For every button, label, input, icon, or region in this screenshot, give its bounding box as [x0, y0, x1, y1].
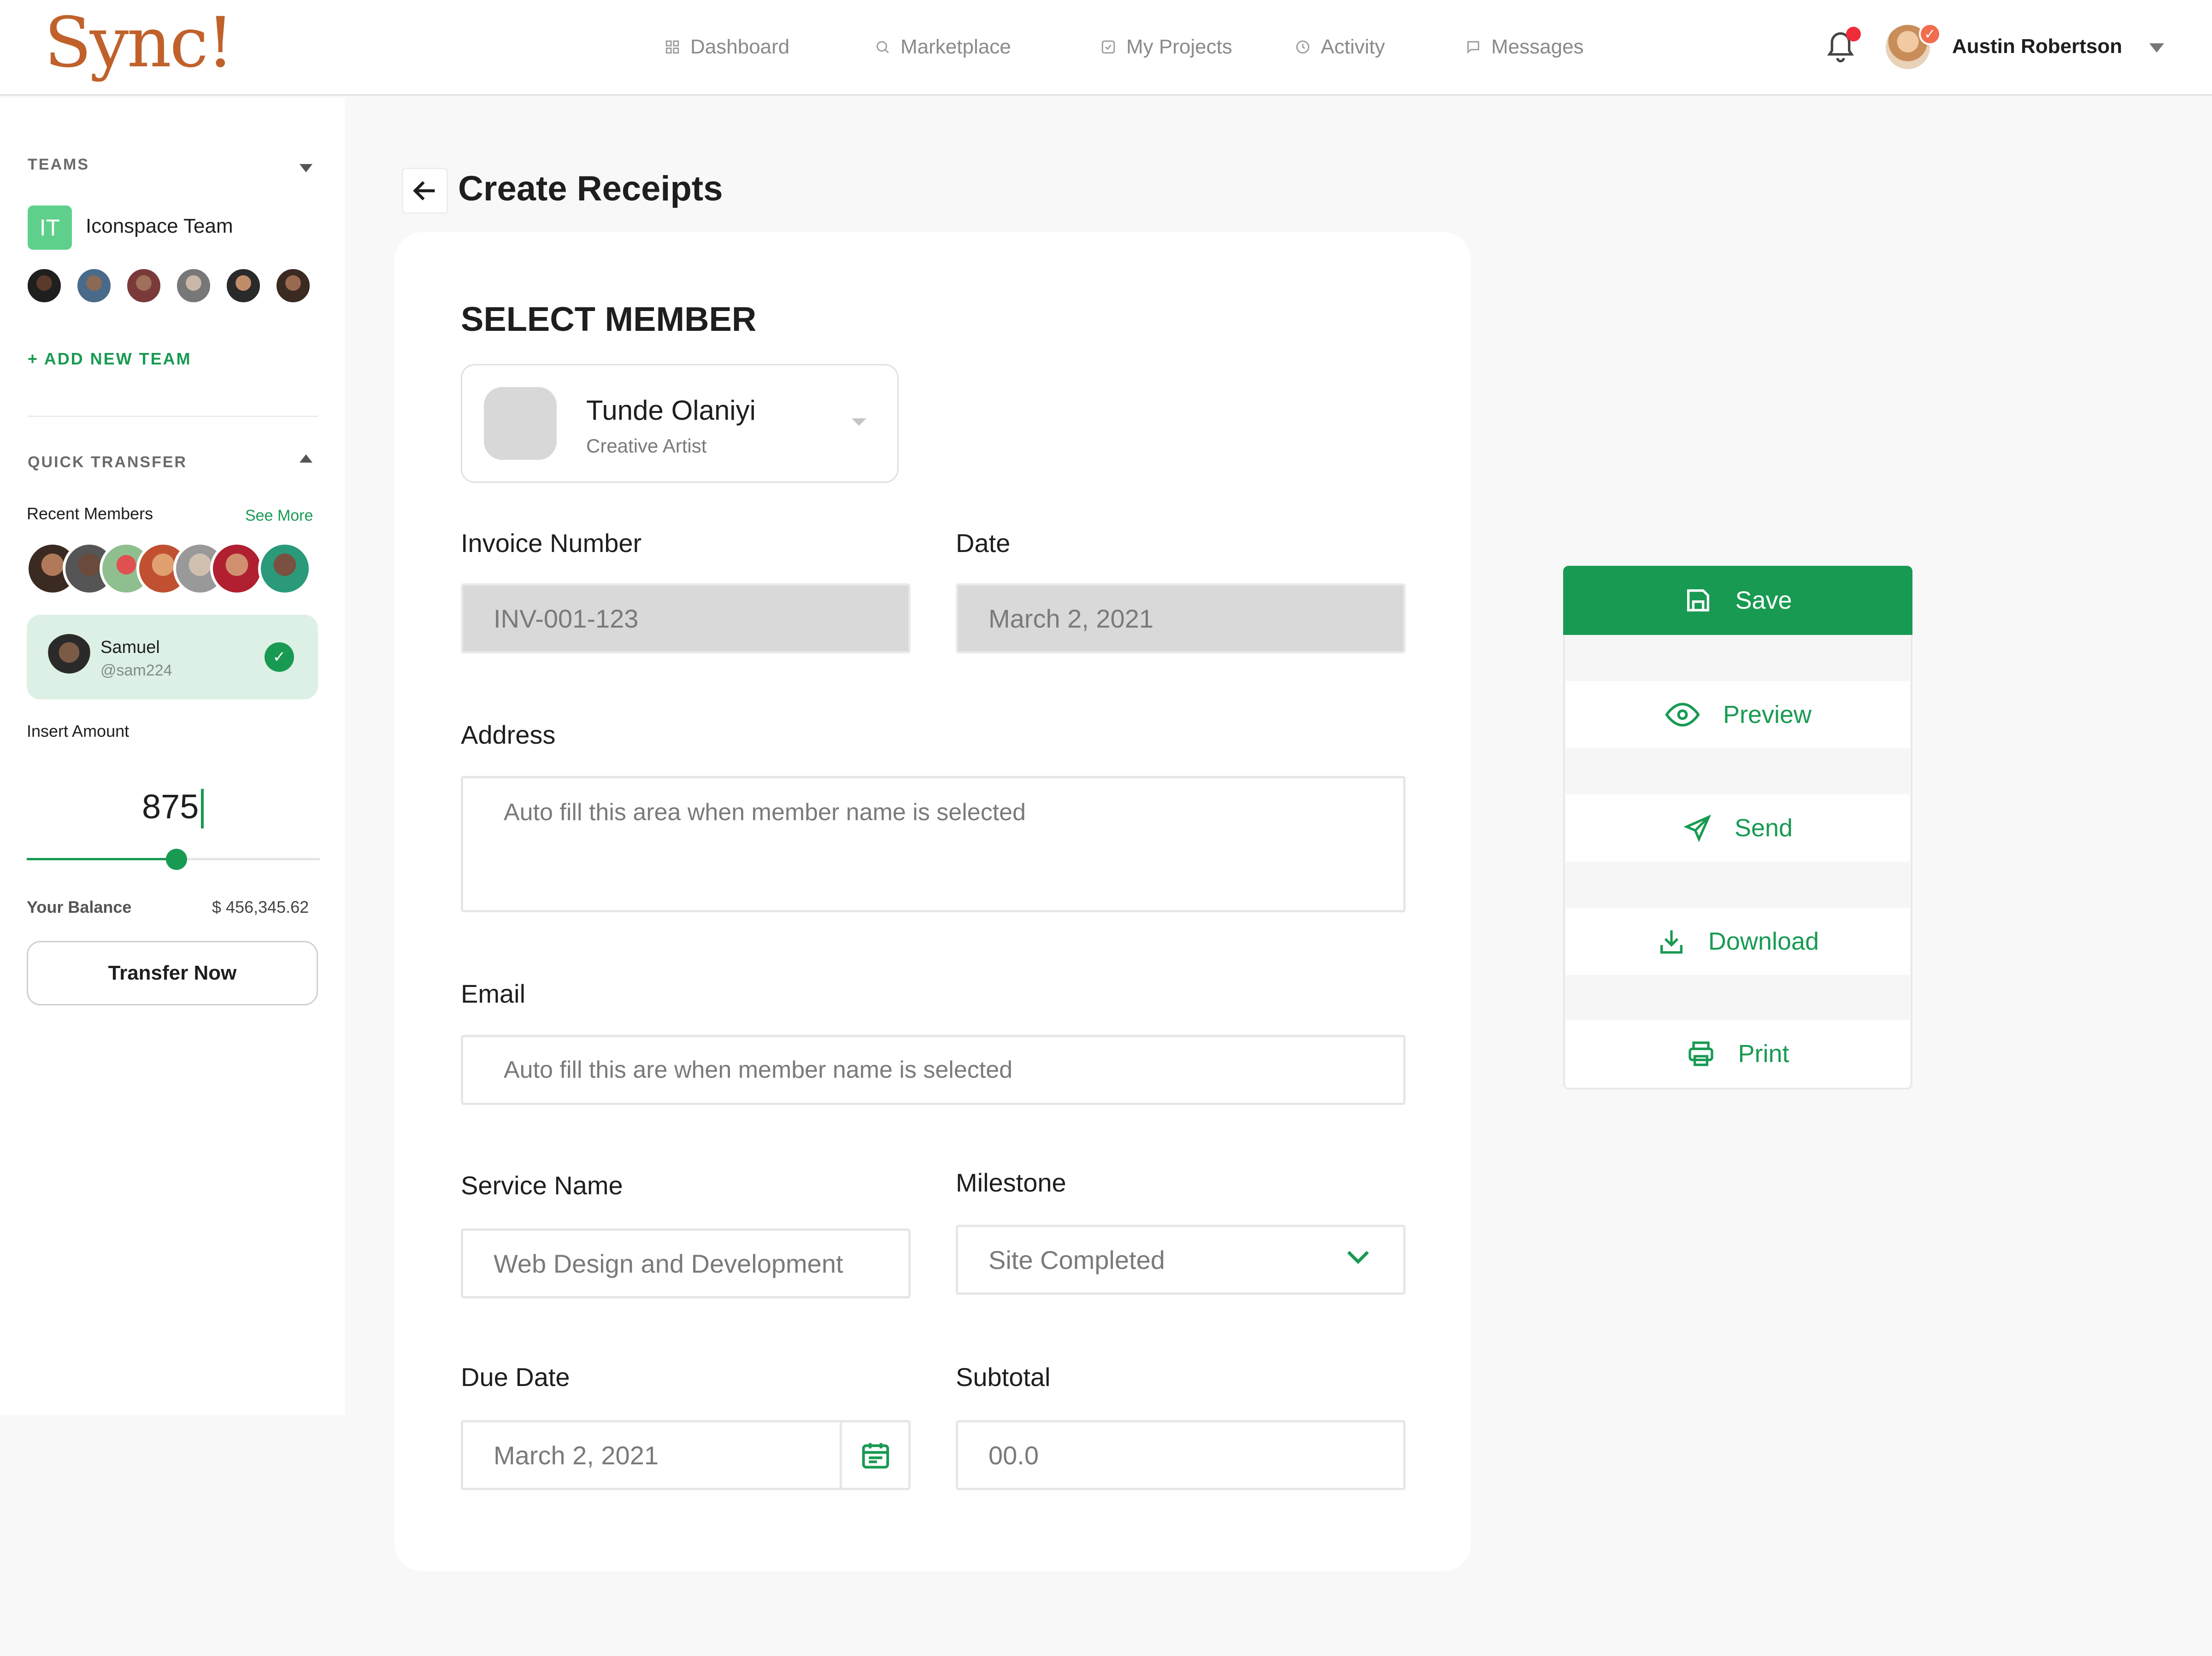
subtotal-field[interactable]: 00.0 [956, 1420, 1406, 1490]
nav-label: Activity [1321, 35, 1385, 58]
amount-slider-handle[interactable] [166, 849, 187, 870]
nav-label: Messages [1491, 35, 1584, 58]
chevron-down-icon[interactable] [2149, 43, 2164, 53]
add-new-team-link[interactable]: + ADD NEW TEAM [28, 349, 192, 369]
back-button[interactable] [402, 168, 448, 214]
preview-button[interactable]: Preview [1566, 681, 1910, 748]
recent-members-label: Recent Members [27, 504, 153, 523]
team-member-avatar[interactable] [175, 267, 212, 304]
due-date-label: Due Date [461, 1362, 570, 1392]
date-label: Date [956, 529, 1011, 558]
preview-label: Preview [1723, 701, 1812, 728]
team-badge: IT [28, 206, 72, 250]
divider [840, 1422, 842, 1488]
due-date-value: March 2, 2021 [494, 1440, 659, 1470]
service-name-label: Service Name [461, 1171, 623, 1200]
nav-marketplace[interactable]: Marketplace [875, 33, 1011, 61]
divider [28, 416, 318, 417]
send-button[interactable]: Send [1566, 794, 1910, 862]
amount-input[interactable]: 875 [142, 787, 199, 826]
subtotal-label: Subtotal [956, 1362, 1051, 1392]
text-caret [201, 789, 204, 828]
print-button[interactable]: Print [1566, 1020, 1910, 1087]
team-member-avatar[interactable] [275, 267, 312, 304]
page-title: Create Receipts [458, 169, 723, 208]
invoice-number-field[interactable]: INV-001-123 [461, 583, 911, 653]
quick-transfer-label: QUICK TRANSFER [28, 453, 188, 471]
printer-icon [1688, 1041, 1714, 1066]
download-icon [1660, 930, 1683, 954]
team-member-avatar[interactable] [225, 267, 262, 304]
grid-icon [665, 40, 679, 54]
recent-member-avatar[interactable] [210, 542, 264, 595]
eye-icon [1665, 703, 1700, 727]
nav-label: Dashboard [690, 35, 790, 58]
balance-label: Your Balance [27, 898, 132, 916]
amount-slider-fill [27, 858, 176, 860]
due-date-field[interactable]: March 2, 2021 [461, 1420, 911, 1490]
date-field[interactable]: March 2, 2021 [956, 583, 1406, 653]
milestone-value: Site Completed [988, 1245, 1165, 1274]
nav-my-projects[interactable]: My Projects [1100, 33, 1232, 61]
recent-member-avatar[interactable] [258, 542, 312, 595]
teams-label: TEAMS [28, 156, 89, 173]
team-name[interactable]: Iconspace Team [86, 215, 233, 238]
transfer-now-button[interactable]: Transfer Now [27, 941, 318, 1005]
save-label: Save [1735, 587, 1792, 614]
team-member-avatar[interactable] [76, 267, 112, 304]
team-member-avatar[interactable] [26, 267, 63, 304]
team-member-avatar[interactable] [125, 267, 162, 304]
teams-toggle-icon[interactable] [300, 164, 312, 172]
download-button[interactable]: Download [1566, 908, 1910, 975]
nav-dashboard[interactable]: Dashboard [665, 33, 789, 61]
selected-member-name: Samuel [100, 638, 160, 657]
send-label: Send [1734, 814, 1793, 842]
save-icon [1687, 589, 1710, 611]
invoice-number-label: Invoice Number [461, 529, 642, 558]
save-button[interactable]: Save [1563, 566, 1912, 635]
address-field[interactable]: Auto fill this area when member name is … [461, 776, 1406, 912]
search-icon [877, 41, 889, 53]
service-name-field[interactable]: Web Design and Development [461, 1228, 911, 1298]
print-label: Print [1738, 1040, 1789, 1068]
email-label: Email [461, 979, 526, 1008]
milestone-label: Milestone [956, 1168, 1066, 1197]
nav-activity[interactable]: Activity [1295, 33, 1385, 61]
see-more-link[interactable]: See More [245, 507, 313, 525]
milestone-select[interactable]: Site Completed [956, 1225, 1406, 1295]
clock-icon [1296, 40, 1310, 54]
notification-dot [1846, 27, 1861, 41]
select-member-title: SELECT MEMBER [461, 300, 757, 338]
member-role: Creative Artist [586, 435, 707, 457]
nav-messages[interactable]: Messages [1465, 33, 1584, 61]
chevron-down-icon [1347, 1251, 1369, 1264]
quick-transfer-toggle-icon[interactable] [300, 454, 312, 463]
message-icon [1467, 41, 1479, 54]
balance-value: $ 456,345.62 [212, 898, 309, 916]
send-icon [1683, 814, 1712, 842]
selected-member-handle: @sam224 [100, 662, 172, 679]
insert-amount-label: Insert Amount [27, 722, 129, 740]
download-label: Download [1708, 928, 1819, 955]
verified-badge-icon: ✓ [1919, 23, 1941, 45]
check-square-icon [1101, 40, 1115, 54]
email-field[interactable]: Auto fill this are when member name is s… [461, 1035, 1406, 1105]
nav-label: Marketplace [900, 35, 1011, 58]
address-label: Address [461, 720, 556, 749]
user-name[interactable]: Austin Robertson [1952, 35, 2122, 58]
avatar [484, 387, 557, 460]
chevron-down-icon [852, 418, 866, 426]
calendar-icon[interactable] [859, 1439, 892, 1471]
check-circle-icon: ✓ [265, 642, 294, 672]
arrow-left-icon [413, 181, 435, 200]
nav-label: My Projects [1126, 35, 1232, 58]
app-logo[interactable]: Sync! [44, 8, 234, 77]
member-name: Tunde Olaniyi [586, 395, 756, 426]
avatar [46, 634, 92, 680]
